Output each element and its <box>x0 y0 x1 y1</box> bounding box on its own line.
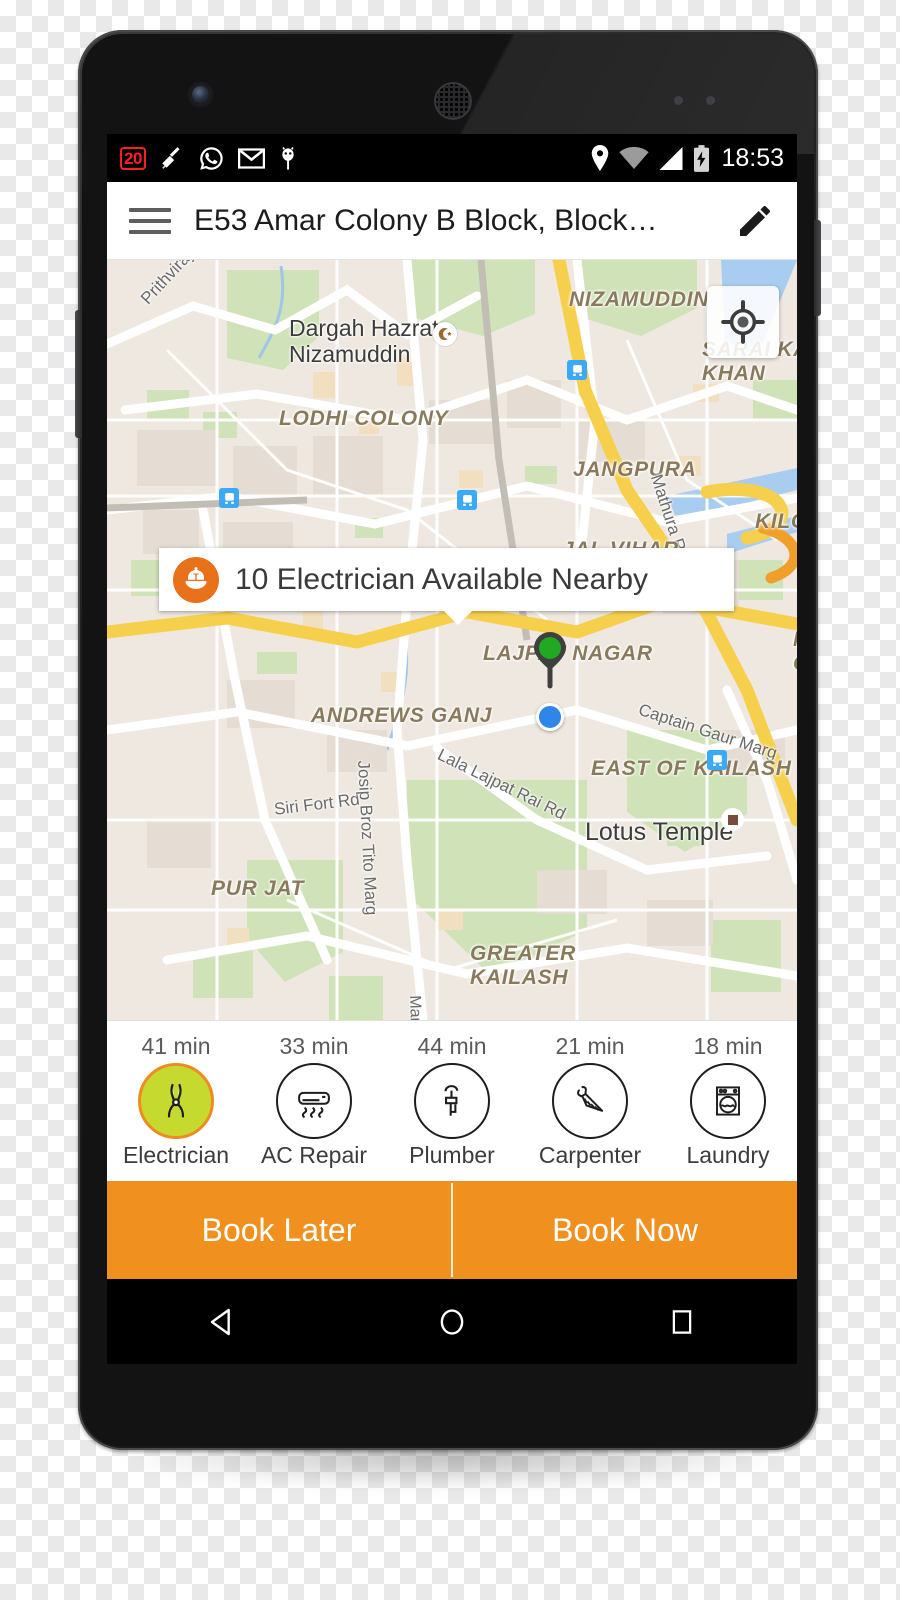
page-title: E53 Amar Colony B Block, Block… <box>194 203 658 237</box>
booking-action-bar: Book Later Book Now <box>107 1181 797 1279</box>
service-eta: 18 min <box>693 1033 763 1059</box>
cleaner-broom-icon <box>162 147 180 169</box>
my-location-button[interactable] <box>707 286 779 358</box>
hamburger-menu-icon[interactable] <box>129 207 171 234</box>
transit-station-icon <box>707 750 727 770</box>
service-label: AC Repair <box>260 1142 368 1168</box>
service-item-plumber[interactable]: 44 min Plumber <box>383 1033 521 1169</box>
nearby-providers-callout[interactable]: T 10 Electrician Available Nearby <box>159 548 734 625</box>
service-eta: 44 min <box>417 1033 487 1059</box>
cellular-signal-icon <box>659 146 683 170</box>
map-tiles <box>107 260 797 1020</box>
gmail-icon <box>237 147 265 169</box>
map-view[interactable]: Prithviraj RdDargah Hazrat NizamuddinNIZ… <box>107 260 797 1020</box>
power-button[interactable] <box>814 220 821 316</box>
handsaw-icon <box>552 1063 628 1139</box>
status-bar-clock: 18:53 <box>721 143 784 172</box>
book-later-button[interactable]: Book Later <box>107 1181 451 1279</box>
mosque-poi-icon <box>433 322 457 346</box>
volume-rocker-button[interactable] <box>75 310 82 438</box>
light-sensor <box>706 96 715 105</box>
destination-map-pin[interactable] <box>528 630 572 692</box>
service-label: Laundry <box>686 1142 770 1168</box>
lotus-temple-poi-icon <box>721 808 744 831</box>
pencil-edit-icon[interactable] <box>735 201 775 241</box>
earpiece-speaker <box>434 82 472 120</box>
svg-text:T: T <box>193 572 199 582</box>
pliers-icon <box>138 1063 214 1139</box>
service-category-row: 41 min Electrician 33 min AC Repair 44 m… <box>107 1020 797 1181</box>
service-eta: 41 min <box>141 1033 211 1059</box>
current-location-dot <box>536 703 564 731</box>
washing-machine-icon <box>690 1063 766 1139</box>
service-label: Electrician <box>122 1142 230 1168</box>
phone-device: 20 18:53 E53 Amar Colony B Block, Block…… <box>75 30 821 1450</box>
nearby-providers-text: 10 Electrician Available Nearby <box>235 562 649 596</box>
home-circle-icon[interactable] <box>407 1279 497 1364</box>
transit-station-icon <box>457 490 477 510</box>
battery-charging-icon <box>694 144 710 172</box>
service-item-carpenter[interactable]: 21 min Carpenter <box>521 1033 659 1169</box>
whatsapp-icon <box>200 146 223 170</box>
status-bar-notifications: 20 <box>120 145 298 172</box>
location-pin-icon <box>592 145 609 171</box>
app-bar: E53 Amar Colony B Block, Block… <box>107 182 797 260</box>
service-item-electrician[interactable]: 41 min Electrician <box>107 1033 245 1169</box>
notification-count-badge: 20 <box>120 146 146 170</box>
service-eta: 21 min <box>555 1033 625 1059</box>
pipe-wrench-icon <box>414 1063 490 1139</box>
book-now-button[interactable]: Book Now <box>453 1181 797 1279</box>
screenshot-stage: 20 18:53 E53 Amar Colony B Block, Block…… <box>0 0 900 1600</box>
phone-body: 20 18:53 E53 Amar Colony B Block, Block…… <box>82 34 814 1446</box>
service-label: Plumber <box>409 1142 495 1168</box>
wifi-icon <box>619 147 650 169</box>
back-triangle-icon[interactable] <box>177 1279 267 1364</box>
service-item-laundry[interactable]: 18 min Laundry <box>659 1033 797 1169</box>
status-bar-system-icons: 18:53 <box>590 144 784 173</box>
phone-screen: 20 18:53 E53 Amar Colony B Block, Block…… <box>107 134 797 1364</box>
front-camera <box>192 86 209 103</box>
transit-station-icon <box>219 488 239 508</box>
service-label: Carpenter <box>538 1142 642 1168</box>
recents-square-icon[interactable] <box>637 1279 727 1364</box>
transit-station-icon <box>567 360 587 380</box>
service-item-ac-repair[interactable]: 33 min AC Repair <box>245 1033 383 1169</box>
service-eta: 33 min <box>279 1033 349 1059</box>
proximity-sensor <box>674 96 683 105</box>
android-navigation-bar <box>107 1279 797 1364</box>
android-bug-icon <box>282 146 294 170</box>
air-conditioner-icon <box>276 1063 352 1139</box>
status-bar: 20 18:53 <box>107 134 797 182</box>
worker-cap-icon: T <box>173 556 219 603</box>
